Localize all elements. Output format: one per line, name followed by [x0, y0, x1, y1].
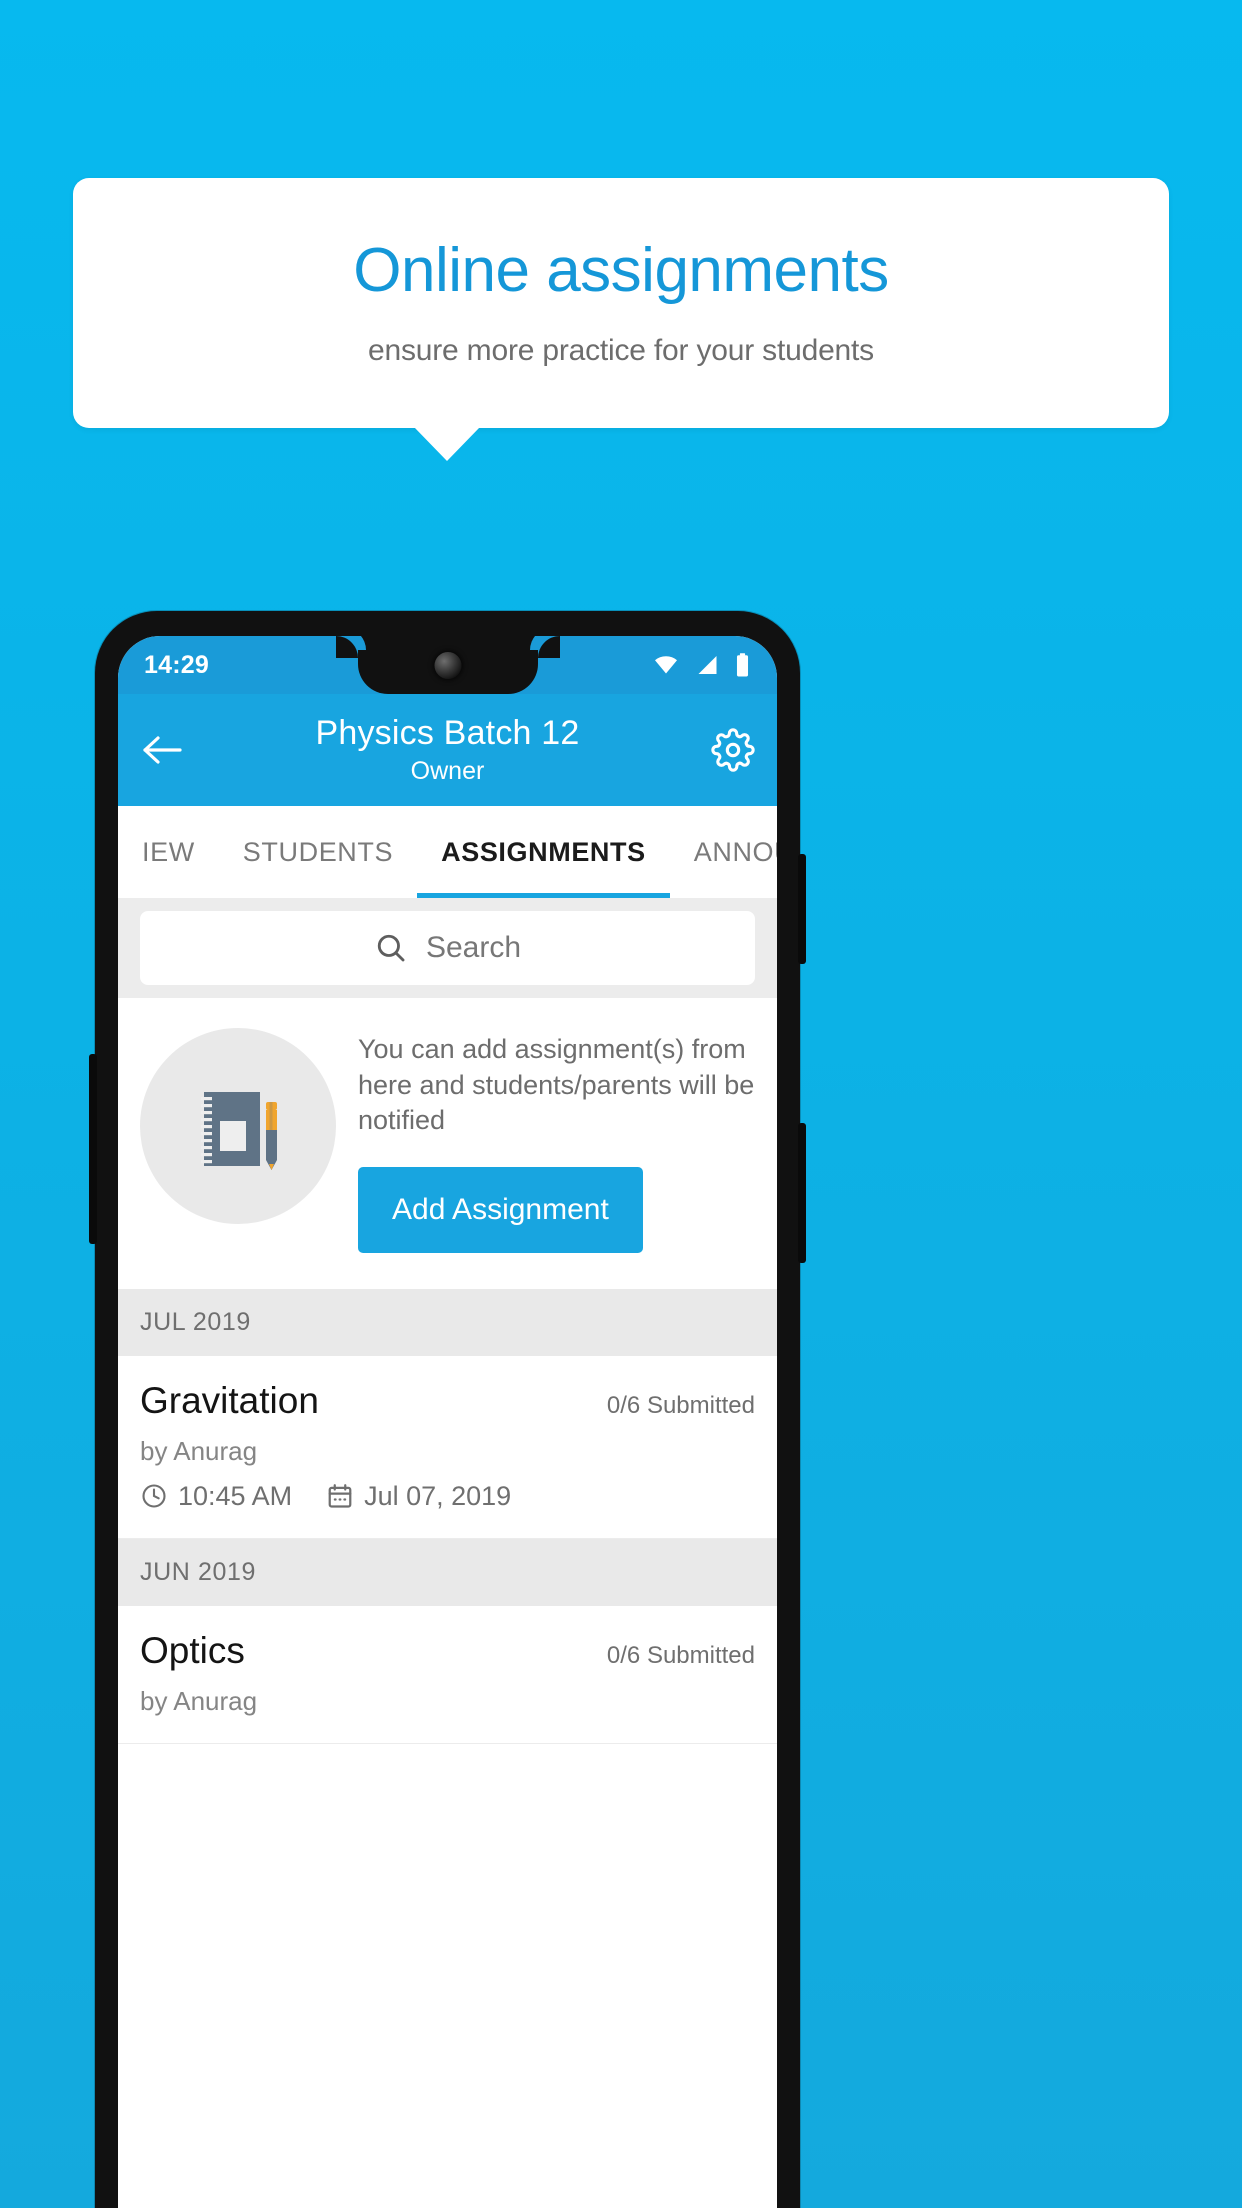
- promo-callout-card: Online assignments ensure more practice …: [73, 178, 1169, 428]
- page-title: Physics Batch 12: [315, 714, 580, 752]
- battery-icon: [734, 652, 751, 678]
- assignment-title: Optics: [140, 1629, 245, 1671]
- month-header-jun: JUN 2019: [118, 1538, 777, 1606]
- assignment-author: by Anurag: [140, 1685, 258, 1716]
- month-header-jul: JUL 2019: [118, 1288, 777, 1356]
- empty-state-message: You can add assignment(s) from here and …: [358, 1034, 755, 1136]
- phone-power-button: [798, 854, 806, 964]
- tab-assignments[interactable]: ASSIGNMENTS: [417, 806, 670, 898]
- tab-label: ASSIGNMENTS: [441, 836, 646, 867]
- table-row[interactable]: Gravitation 0/6 Submitted by Anurag 10:4…: [118, 1355, 777, 1539]
- promo-title: Online assignments: [353, 236, 889, 306]
- status-badge: 0/6 Submitted: [606, 1391, 755, 1419]
- tab-students[interactable]: STUDENTS: [219, 806, 417, 898]
- notebook-pen-icon: [140, 1028, 336, 1224]
- gear-icon[interactable]: [711, 728, 755, 772]
- assignment-date: Jul 07, 2019: [364, 1480, 512, 1511]
- table-row[interactable]: Optics 0/6 Submitted by Anurag: [118, 1605, 777, 1744]
- assignment-meta: 10:45 AM Jul 07, 2019: [140, 1481, 755, 1512]
- signal-icon: [694, 653, 721, 677]
- phone-notch: [335, 636, 560, 694]
- assignment-time: 10:45 AM: [178, 1480, 293, 1511]
- phone-screen: 14:29 Physics Batch 12 Owner IEW STUDENT…: [118, 636, 777, 2208]
- clock-icon: [140, 1482, 168, 1510]
- add-assignment-button[interactable]: Add Assignment: [358, 1166, 643, 1253]
- wifi-icon: [651, 653, 681, 677]
- tab-bar[interactable]: IEW STUDENTS ASSIGNMENTS ANNOUNCEM: [118, 806, 777, 898]
- search-input[interactable]: Search: [140, 911, 755, 985]
- promo-callout-tail: [414, 427, 480, 461]
- status-time: 14:29: [144, 650, 209, 679]
- phone-side-button: [798, 1123, 806, 1263]
- search-section: Search: [118, 898, 777, 998]
- search-icon: [374, 931, 408, 965]
- front-camera-icon: [434, 652, 461, 679]
- tab-label: STUDENTS: [242, 836, 394, 867]
- phone-volume-button: [89, 1054, 97, 1244]
- assignment-author: by Anurag: [140, 1435, 258, 1466]
- promo-subtitle: ensure more practice for your students: [368, 333, 874, 367]
- tab-label: ANNOUNCEM: [693, 836, 777, 867]
- app-bar: Physics Batch 12 Owner: [118, 694, 777, 806]
- assignment-title: Gravitation: [140, 1379, 319, 1421]
- tab-overview[interactable]: IEW: [118, 806, 219, 898]
- page-subtitle: Owner: [410, 757, 485, 785]
- phone-mockup: 14:29 Physics Batch 12 Owner IEW STUDENT…: [89, 611, 806, 2208]
- search-placeholder: Search: [425, 931, 522, 964]
- app-bar-titles: Physics Batch 12 Owner: [118, 714, 777, 786]
- calendar-icon: [326, 1482, 354, 1510]
- tab-announcements[interactable]: ANNOUNCEM: [670, 806, 777, 898]
- status-badge: 0/6 Submitted: [606, 1641, 755, 1669]
- tab-label: IEW: [142, 836, 195, 867]
- arrow-left-icon[interactable]: [140, 733, 184, 767]
- empty-state-card: You can add assignment(s) from here and …: [118, 998, 777, 1289]
